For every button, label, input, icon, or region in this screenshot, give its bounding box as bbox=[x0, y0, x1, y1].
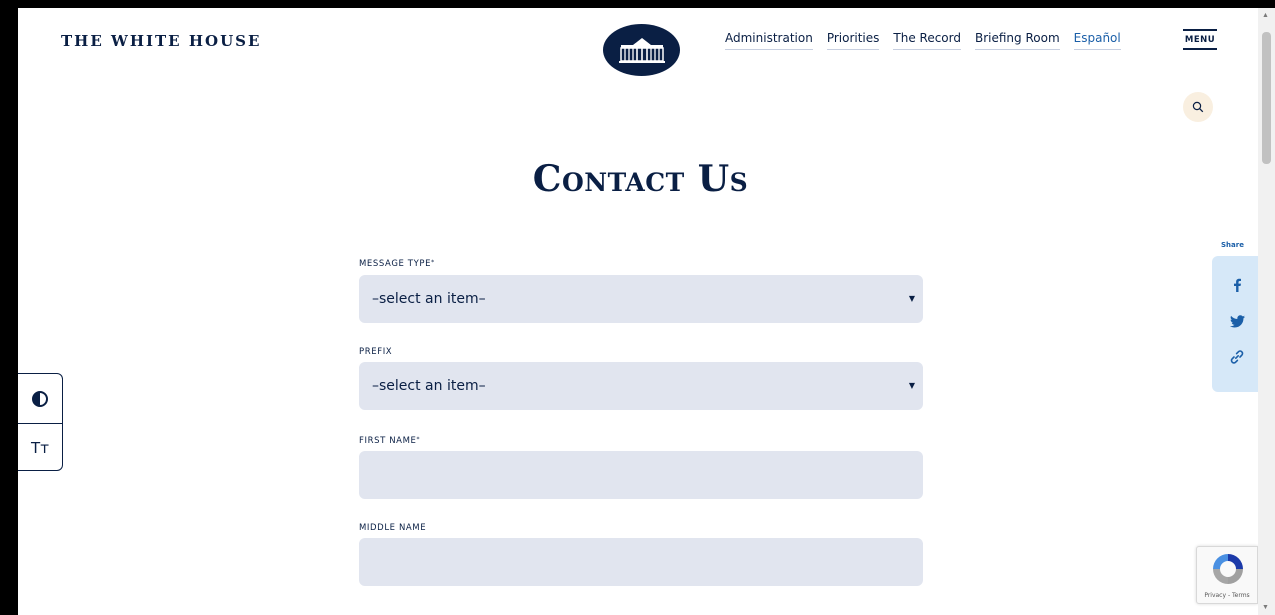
white-house-building-icon bbox=[618, 38, 665, 63]
prefix-select[interactable]: –select an item– ▼ bbox=[359, 362, 923, 410]
message-type-select[interactable]: –select an item– ▼ bbox=[359, 275, 923, 323]
nav-priorities[interactable]: Priorities bbox=[826, 31, 880, 50]
prefix-label: PREFIX bbox=[359, 347, 393, 357]
white-house-logo[interactable] bbox=[603, 24, 680, 76]
middle-name-field[interactable] bbox=[359, 538, 923, 586]
share-panel bbox=[1212, 256, 1260, 392]
recaptcha-badge[interactable]: Privacy - Terms bbox=[1196, 546, 1258, 604]
nav-espanol[interactable]: Español bbox=[1073, 31, 1121, 50]
recaptcha-privacy-terms[interactable]: Privacy - Terms bbox=[1197, 592, 1257, 599]
contrast-toggle-button[interactable] bbox=[18, 374, 62, 423]
text-size-button[interactable]: Tт bbox=[18, 423, 62, 472]
scroll-down-icon[interactable]: ▼ bbox=[1262, 604, 1269, 611]
message-type-value: –select an item– bbox=[372, 291, 486, 307]
first-name-field[interactable] bbox=[359, 451, 923, 499]
menu-button[interactable]: MENU bbox=[1183, 29, 1217, 50]
prefix-value: –select an item– bbox=[372, 378, 486, 394]
vertical-scrollbar[interactable]: ▲ ▼ bbox=[1258, 8, 1275, 615]
browser-viewport: THE WHITE HOUSE Administration Prioritie… bbox=[18, 8, 1275, 615]
first-name-label-text: FIRST NAME bbox=[359, 436, 417, 446]
required-mark: * bbox=[416, 436, 421, 443]
caret-down-icon: ▼ bbox=[908, 294, 915, 303]
share-label: Share bbox=[1221, 241, 1244, 249]
caret-down-icon: ▼ bbox=[908, 381, 915, 390]
text-size-icon: Tт bbox=[31, 439, 49, 457]
facebook-icon[interactable] bbox=[1229, 277, 1245, 293]
search-icon bbox=[1192, 101, 1204, 113]
message-type-label-text: MESSAGE TYPE bbox=[359, 259, 432, 269]
recaptcha-logo-icon bbox=[1213, 554, 1243, 584]
page-title: Contact Us bbox=[532, 158, 749, 200]
link-icon[interactable] bbox=[1229, 349, 1245, 365]
required-mark: * bbox=[431, 259, 435, 266]
middle-name-label: MIDDLE NAME bbox=[359, 523, 427, 533]
accessibility-tools: Tт bbox=[18, 373, 63, 471]
message-type-label: MESSAGE TYPE* bbox=[359, 259, 435, 269]
search-button[interactable] bbox=[1183, 92, 1213, 122]
nav-the-record[interactable]: The Record bbox=[893, 31, 961, 50]
site-title[interactable]: THE WHITE HOUSE bbox=[61, 32, 261, 50]
nav-administration[interactable]: Administration bbox=[725, 31, 813, 50]
scroll-thumb[interactable] bbox=[1262, 32, 1271, 164]
contrast-icon bbox=[32, 390, 48, 407]
first-name-label: FIRST NAME* bbox=[359, 436, 420, 446]
twitter-icon[interactable] bbox=[1229, 313, 1245, 329]
nav-briefing-room[interactable]: Briefing Room bbox=[974, 31, 1060, 50]
scroll-up-icon[interactable]: ▲ bbox=[1262, 12, 1269, 19]
main-nav: Administration Priorities The Record Bri… bbox=[725, 31, 1121, 50]
